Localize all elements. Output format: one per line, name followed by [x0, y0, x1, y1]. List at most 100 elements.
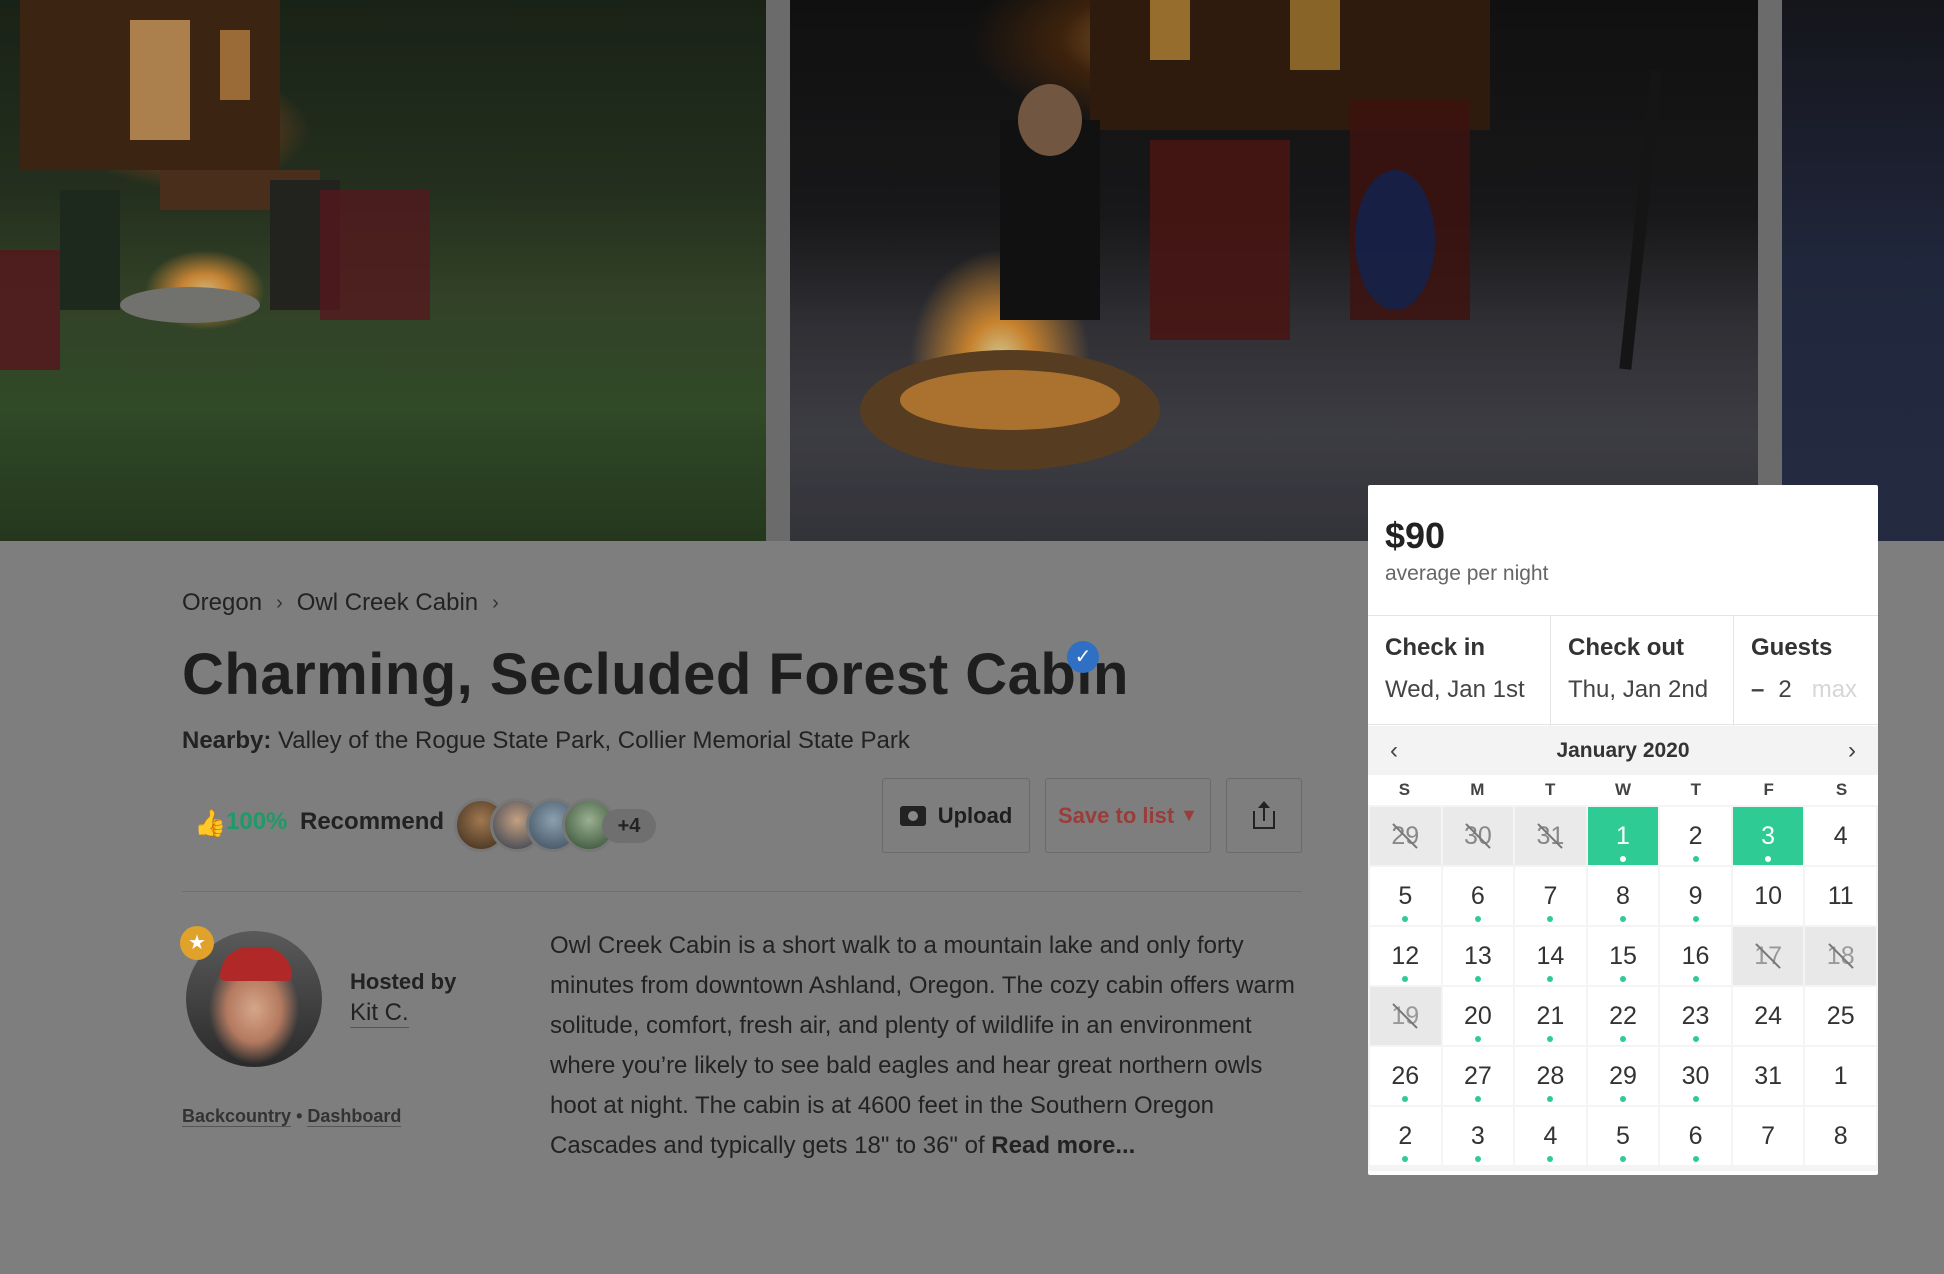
share-button[interactable]	[1226, 778, 1302, 853]
backcountry-link[interactable]: Backcountry	[182, 1106, 292, 1127]
check-in-label: Check in	[1385, 634, 1486, 661]
calendar-day[interactable]: 31	[1732, 1047, 1804, 1105]
calendar-day[interactable]: 7	[1515, 867, 1586, 925]
page-title: Charming, Secluded Forest Cabin	[182, 642, 1129, 707]
calendar-day[interactable]: 23	[1660, 987, 1731, 1045]
divider	[182, 891, 1302, 892]
thumbs-up-icon: 👍	[194, 808, 227, 838]
calendar-day[interactable]: 9	[1660, 867, 1731, 925]
check-in-field[interactable]: Check in Wed, Jan 1st	[1368, 616, 1551, 726]
calendar-day[interactable]: 2	[1660, 807, 1731, 865]
calendar-day[interactable]: 26	[1370, 1047, 1441, 1105]
calendar-day[interactable]: 5	[1587, 1107, 1659, 1165]
breadcrumb-item-owl-creek-cabin[interactable]: Owl Creek Cabin	[297, 589, 478, 617]
calendar-day[interactable]: 11	[1805, 867, 1876, 925]
booking-fields: Check in Wed, Jan 1st Check out Thu, Jan…	[1368, 615, 1878, 726]
calendar-day[interactable]: 1	[1805, 1047, 1876, 1105]
calendar-day[interactable]: 16	[1660, 927, 1731, 985]
calendar-day: 29	[1370, 807, 1441, 865]
reviewer-avatars[interactable]	[454, 798, 616, 852]
calendar-day[interactable]: 3	[1732, 807, 1804, 865]
read-more-link[interactable]: Read more...	[991, 1132, 1135, 1159]
check-out-field[interactable]: Check out Thu, Jan 2nd	[1551, 616, 1734, 726]
calendar-day[interactable]: 28	[1515, 1047, 1586, 1105]
save-to-list-button[interactable]: Save to list ▼	[1045, 778, 1211, 853]
breadcrumb-separator-icon: ›	[492, 591, 499, 614]
host-name-link[interactable]: Kit C.	[350, 999, 409, 1028]
calendar-day[interactable]: 1	[1587, 807, 1659, 865]
calendar-day[interactable]: 8	[1587, 867, 1659, 925]
calendar-header: ‹ January 2020 ›	[1368, 726, 1878, 775]
weekday-header: SMTWTFS	[1368, 775, 1878, 805]
link-separator: •	[296, 1106, 303, 1126]
listing-description: Owl Creek Cabin is a short walk to a mou…	[550, 926, 1302, 1166]
recommend-percent: 100%	[226, 808, 288, 835]
guests-field: Guests –2 max	[1734, 616, 1878, 726]
weekday-label: T	[1690, 780, 1702, 799]
calendar-day: 18	[1805, 927, 1876, 985]
guests-decrement-button[interactable]: –	[1751, 676, 1764, 703]
check-in-value: Wed, Jan 1st	[1385, 676, 1525, 703]
chevron-left-icon[interactable]: ‹	[1390, 737, 1398, 765]
gallery-photo-night-cabin[interactable]	[1782, 0, 1944, 541]
calendar-day[interactable]: 22	[1587, 987, 1659, 1045]
breadcrumb: Oregon › Owl Creek Cabin ›	[182, 589, 513, 617]
calendar-day[interactable]: 6	[1660, 1107, 1731, 1165]
calendar-day[interactable]: 13	[1442, 927, 1514, 985]
calendar-day[interactable]: 25	[1805, 987, 1876, 1045]
check-out-value: Thu, Jan 2nd	[1568, 676, 1709, 703]
calendar-day[interactable]: 5	[1370, 867, 1441, 925]
calendar-day[interactable]: 15	[1587, 927, 1659, 985]
more-reviewers-badge[interactable]: +4	[602, 809, 656, 843]
dashboard-link[interactable]: Dashboard	[307, 1106, 402, 1127]
recommend-row: 👍 100% Recommend +4 Upload Save to list …	[182, 778, 1302, 858]
calendar-day[interactable]: 6	[1442, 867, 1514, 925]
weekday-label: T	[1544, 780, 1556, 799]
calendar-day[interactable]: 7	[1732, 1107, 1804, 1165]
guests-count[interactable]: 2	[1778, 676, 1791, 703]
calendar-day[interactable]: 14	[1515, 927, 1586, 985]
description-text: Owl Creek Cabin is a short walk to a mou…	[550, 932, 1295, 1159]
calendar-day[interactable]: 4	[1515, 1107, 1586, 1165]
chevron-right-icon[interactable]: ›	[1848, 737, 1856, 765]
calendar-day[interactable]: 21	[1515, 987, 1586, 1045]
nearby-label: Nearby:	[182, 727, 272, 754]
weekday-label: W	[1614, 780, 1632, 799]
calendar-day[interactable]: 8	[1805, 1107, 1876, 1165]
star-icon: ★	[180, 926, 214, 960]
breadcrumb-item-oregon[interactable]: Oregon	[182, 589, 262, 617]
gallery-photo-winter-campfire[interactable]	[790, 0, 1758, 541]
calendar-grid: 29 30 31 1 2 3 4 5 6 7 8 9 10 11 12 13 14 15 16 17 18 19 20 21 2…	[1368, 805, 1878, 1171]
nearby-parks: Nearby: Valley of the Rogue State Park, …	[182, 727, 910, 755]
availability-calendar: ‹ January 2020 › SMTWTFS 29 30 31 1 2 3 4 5 6 7 8 9…	[1368, 726, 1878, 1171]
calendar-day: 31	[1515, 807, 1586, 865]
chevron-down-icon: ▼	[1180, 805, 1198, 825]
camera-icon	[899, 805, 926, 826]
calendar-day[interactable]: 24	[1732, 987, 1804, 1045]
calendar-day[interactable]: 20	[1442, 987, 1514, 1045]
calendar-day: 19	[1370, 987, 1441, 1045]
calendar-day[interactable]: 29	[1587, 1047, 1659, 1105]
calendar-day[interactable]: 30	[1660, 1047, 1731, 1105]
booking-card: $90 average per night Check in Wed, Jan …	[1368, 485, 1878, 1175]
guests-label: Guests	[1751, 634, 1833, 661]
hosted-by-label: Hosted by	[350, 969, 457, 994]
guests-max-label: max	[1811, 676, 1858, 703]
calendar-day[interactable]: 3	[1442, 1107, 1514, 1165]
weekday-label: M	[1470, 780, 1485, 799]
calendar-day: 30	[1442, 807, 1514, 865]
gallery-photo-summer-campfire[interactable]	[0, 0, 766, 541]
calendar-day[interactable]: 12	[1370, 927, 1441, 985]
host-links: Backcountry • Dashboard	[182, 1106, 402, 1127]
calendar-month: January 2020	[1556, 738, 1690, 762]
weekday-label: S	[1398, 780, 1411, 799]
nightly-price: $90	[1385, 515, 1446, 556]
calendar-day[interactable]: 4	[1805, 807, 1876, 865]
upload-button[interactable]: Upload	[882, 778, 1030, 853]
calendar-day[interactable]: 2	[1370, 1107, 1441, 1165]
check-badge-icon: ✓	[1067, 641, 1099, 673]
calendar-day[interactable]: 10	[1732, 867, 1804, 925]
weekday-label: S	[1835, 780, 1848, 799]
calendar-day: 17	[1732, 927, 1804, 985]
calendar-day[interactable]: 27	[1442, 1047, 1514, 1105]
